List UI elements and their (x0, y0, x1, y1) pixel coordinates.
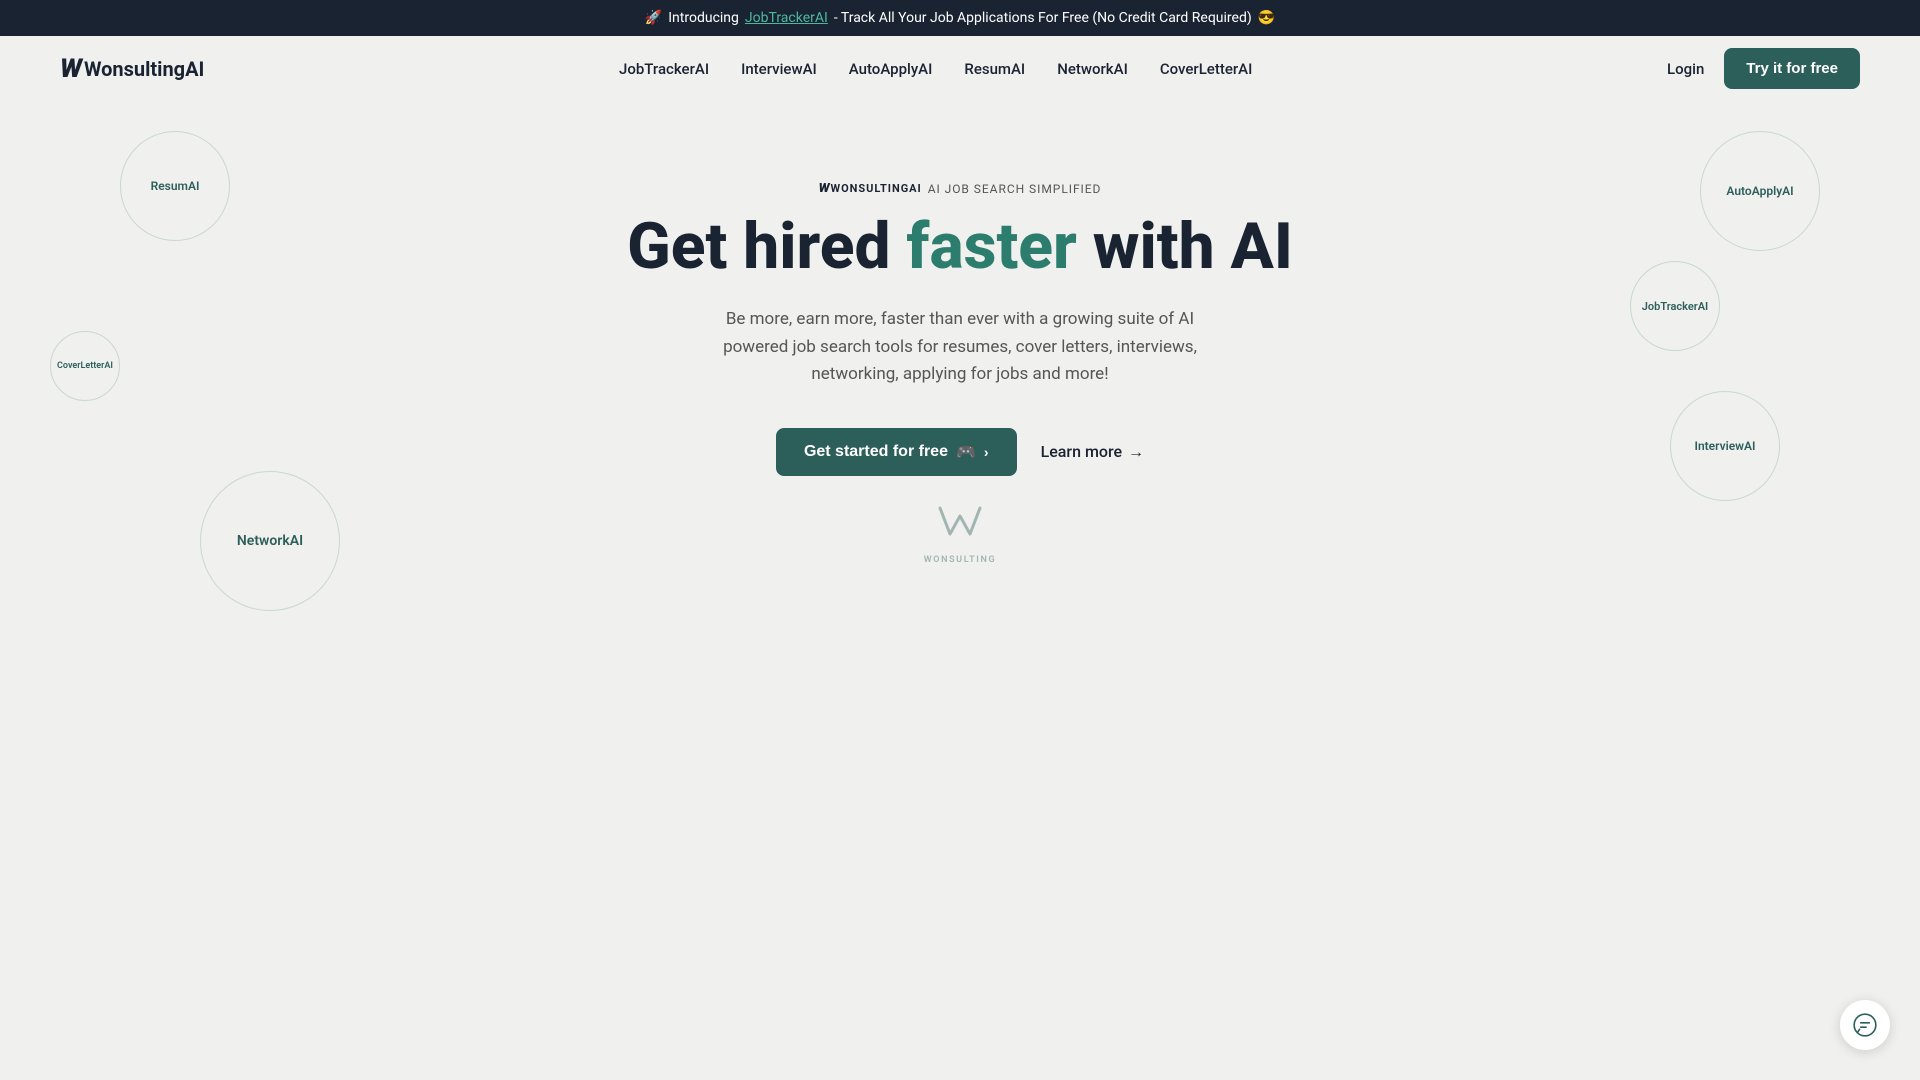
chat-bubble[interactable] (1840, 1000, 1890, 1050)
hero-title: Get hired faster with AI (627, 212, 1293, 282)
nav-networkai[interactable]: NetworkAI (1057, 60, 1128, 78)
hero-title-part2: with AI (1077, 209, 1293, 284)
nav-links: JobTrackerAI InterviewAI AutoApplyAI Res… (619, 59, 1252, 78)
hero-section: ResumAI AutoApplyAI CoverLetterAI JobTra… (0, 101, 1920, 625)
hero-title-part1: Get hired (627, 209, 906, 284)
nav-jobtracker[interactable]: JobTrackerAI (619, 60, 709, 78)
hero-badge: WWonsultingAI AI JOB SEARCH SIMPLIFIED (819, 181, 1102, 196)
navigation: W WonsultingAI JobTrackerAI InterviewAI … (0, 36, 1920, 101)
circle-autoapply: AutoApplyAI (1700, 131, 1820, 251)
try-free-button[interactable]: Try it for free (1724, 48, 1860, 89)
hero-title-highlight: faster (906, 209, 1076, 284)
get-started-emoji: 🎮 (956, 442, 976, 462)
center-watermark: WONSULTING (924, 496, 997, 565)
get-started-label: Get started for free (804, 443, 948, 461)
get-started-arrow: › (984, 444, 989, 460)
announcement-cool-emoji: 😎 (1258, 10, 1275, 26)
nav-autoapplyai[interactable]: AutoApplyAI (849, 60, 933, 78)
watermark-symbol (935, 496, 985, 553)
announcement-bar: 🚀 Introducing JobTrackerAI - Track All Y… (0, 0, 1920, 36)
nav-right: Login Try it for free (1667, 48, 1860, 89)
logo-text: WonsultingAI (84, 57, 204, 81)
badge-logo: WWonsultingAI (819, 181, 922, 196)
learn-more-label: Learn more (1041, 442, 1122, 461)
nav-resumai[interactable]: ResumAI (964, 60, 1025, 78)
logo-w-icon: W (60, 54, 82, 84)
circle-networkai: NetworkAI (200, 471, 340, 611)
hero-actions: Get started for free 🎮 › Learn more → (776, 428, 1144, 476)
announcement-link[interactable]: JobTrackerAI (745, 10, 828, 26)
circle-jobtracker: JobTrackerAI (1630, 261, 1720, 351)
announcement-body-text: - Track All Your Job Applications For Fr… (834, 10, 1252, 26)
watermark-text: WONSULTING (924, 555, 997, 565)
nav-coverletterai[interactable]: CoverLetterAI (1160, 60, 1253, 78)
circle-resume: ResumAI (120, 131, 230, 241)
learn-more-arrow-icon: → (1128, 442, 1144, 462)
nav-logo[interactable]: W WonsultingAI (60, 54, 204, 84)
circle-coverletter: CoverLetterAI (50, 331, 120, 401)
login-button[interactable]: Login (1667, 60, 1704, 78)
badge-text: AI JOB SEARCH SIMPLIFIED (928, 182, 1102, 196)
hero-subtitle: Be more, earn more, faster than ever wit… (700, 306, 1220, 388)
announcement-rocket-emoji: 🚀 (645, 10, 662, 26)
get-started-button[interactable]: Get started for free 🎮 › (776, 428, 1017, 476)
nav-interviewai[interactable]: InterviewAI (741, 60, 817, 78)
circle-interviewai: InterviewAI (1670, 391, 1780, 501)
learn-more-link[interactable]: Learn more → (1041, 442, 1144, 462)
announcement-intro-text: Introducing (668, 10, 739, 26)
